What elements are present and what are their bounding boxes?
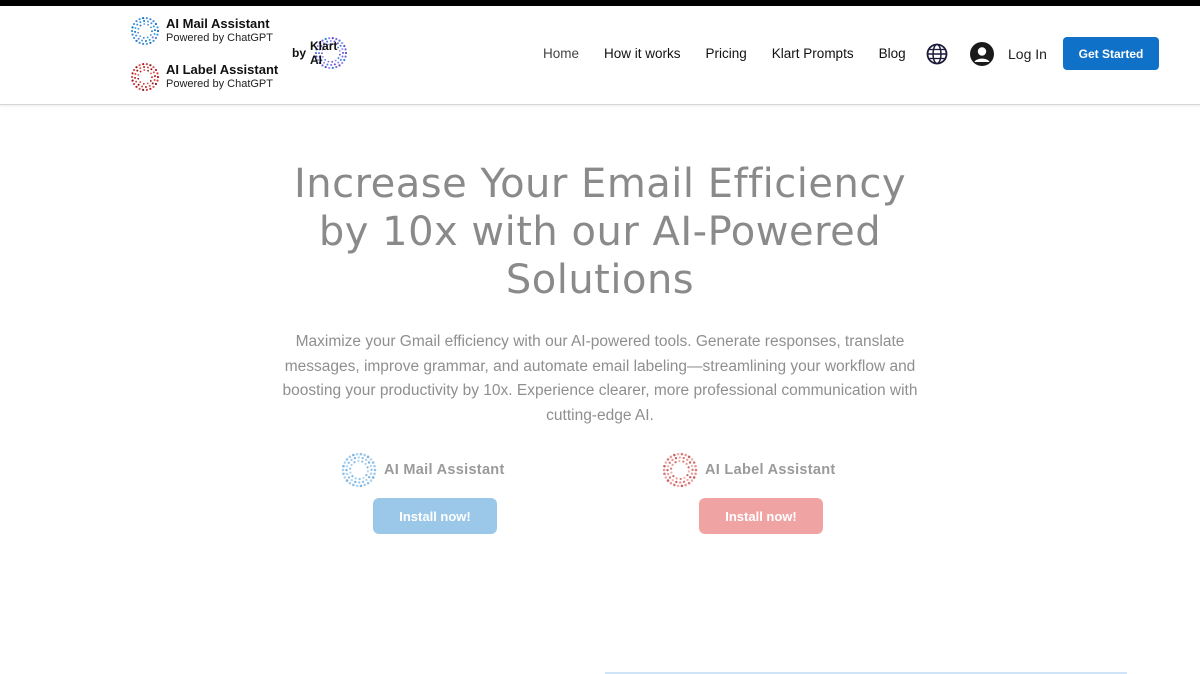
hero-line-2: by 10x with our AI-Powered xyxy=(318,209,882,255)
brand-mail-sub: Powered by ChatGPT xyxy=(166,32,273,45)
nav-blog[interactable]: Blog xyxy=(879,46,906,61)
product-mail-name: AI Mail Assistant xyxy=(384,462,505,478)
mail-assistant-logo-icon xyxy=(130,17,160,45)
label-assistant-product-icon xyxy=(662,452,698,488)
install-label-assistant-button[interactable]: Install now! xyxy=(699,498,823,534)
desc-line-4: cutting-edge AI. xyxy=(546,406,654,424)
site-header: AI Mail Assistant Powered by ChatGPT AI … xyxy=(0,6,1200,105)
globe-icon[interactable] xyxy=(926,43,948,70)
nav-klart-prompts[interactable]: Klart Prompts xyxy=(772,46,854,61)
login-link[interactable]: Log In xyxy=(970,42,1047,66)
by-klart-ai[interactable]: by Klart AI xyxy=(292,36,352,70)
product-ai-mail-assistant: AI Mail Assistant xyxy=(340,451,505,489)
klart-ai-logo: Klart AI xyxy=(310,36,352,70)
hero-line-3: Solutions xyxy=(505,257,695,303)
brand-ai-label-assistant[interactable]: AI Label Assistant Powered by ChatGPT xyxy=(130,62,278,92)
login-label: Log In xyxy=(1008,46,1047,62)
product-label-name: AI Label Assistant xyxy=(705,462,836,478)
get-started-button[interactable]: Get Started xyxy=(1063,37,1159,70)
nav-home[interactable]: Home xyxy=(543,46,579,61)
nav-pricing[interactable]: Pricing xyxy=(706,46,747,61)
desc-line-2: messages, improve grammar, and automate … xyxy=(284,357,916,375)
desc-line-1: Maximize your Gmail efficiency with our … xyxy=(295,333,905,350)
desc-line-3: boosting your productivity by 10x. Exper… xyxy=(282,382,918,399)
main-nav: Home How it works Pricing Klart Prompts … xyxy=(543,38,931,68)
install-mail-assistant-button[interactable]: Install now! xyxy=(373,498,497,534)
brand-ai-mail-assistant[interactable]: AI Mail Assistant Powered by ChatGPT xyxy=(130,16,273,46)
mail-assistant-product-icon xyxy=(341,452,377,488)
by-text: by xyxy=(292,46,307,60)
brand-label-sub: Powered by ChatGPT xyxy=(166,78,273,91)
hero-headline: Increase Your Email Efficiency by 10x wi… xyxy=(200,160,1000,304)
hero-line-1: Increase Your Email Efficiency xyxy=(293,161,907,207)
klart-logo-text: Klart AI xyxy=(310,39,338,67)
brand-mail-name: AI Mail Assistant xyxy=(166,16,270,32)
label-assistant-logo-icon xyxy=(130,63,160,91)
nav-how-it-works[interactable]: How it works xyxy=(604,46,681,61)
product-ai-label-assistant: AI Label Assistant xyxy=(661,451,836,489)
hero-description: Maximize your Gmail efficiency with our … xyxy=(240,330,960,428)
user-avatar-icon xyxy=(970,42,994,66)
brand-label-name: AI Label Assistant xyxy=(166,62,279,78)
